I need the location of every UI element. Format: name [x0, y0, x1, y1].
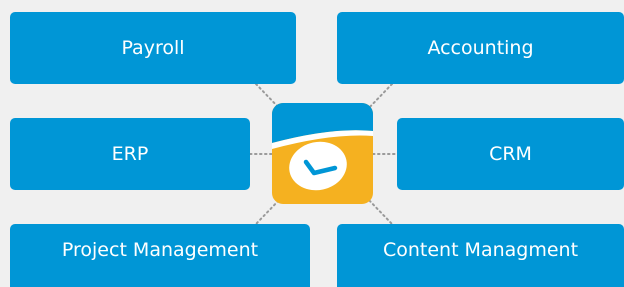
- erp-module-box[interactable]: ERP: [10, 118, 250, 190]
- project-management-label: Project Management: [61, 239, 259, 261]
- accounting-label: Accounting: [427, 37, 534, 59]
- crm-module-box[interactable]: CRM: [397, 118, 624, 190]
- erp-label: ERP: [111, 143, 149, 165]
- payroll-label: Payroll: [121, 37, 185, 59]
- payroll-module-box[interactable]: Payroll: [10, 12, 296, 84]
- accounting-module-box[interactable]: Accounting: [337, 12, 624, 84]
- clock-app-icon: [272, 103, 373, 204]
- content-management-label: Content Managment: [382, 239, 579, 261]
- crm-label: CRM: [489, 143, 532, 165]
- content-management-module-box[interactable]: Content Managment: [337, 224, 624, 287]
- project-management-module-box[interactable]: Project Management: [10, 224, 310, 287]
